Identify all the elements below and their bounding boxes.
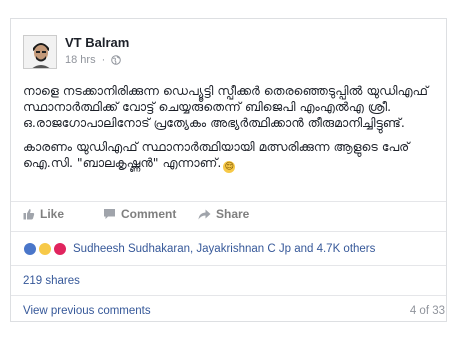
relieved-face-emoji-icon: 😌 [223,161,236,173]
like-label: Like [40,207,65,221]
like-reaction-icon [23,242,37,256]
author-avatar[interactable] [23,35,57,69]
shares-divider [11,295,446,296]
post-meta: 18 hrs · [65,54,122,68]
comments-row: View previous comments 4 of 33 [23,305,445,317]
post-body: നാളെ നടക്കാനിരിക്കുന്ന ഡെപ്യൂട്ടി സ്പീക്… [23,83,443,181]
post-header: VT Balram 18 hrs · [23,35,433,75]
actions-divider-bottom [11,231,446,232]
comment-label: Comment [121,207,177,221]
view-previous-comments-link[interactable]: View previous comments [23,305,151,317]
love-reaction-icon [53,242,67,256]
actions-divider-top [11,201,446,202]
share-button[interactable]: Share [198,207,249,221]
reactions-summary[interactable]: Sudheesh Sudhakaran, Jayakrishnan C Jp a… [23,239,443,259]
shares-count[interactable]: 219 shares [23,275,80,287]
post-paragraph-2-text: കാരണം യുഡിഎഫ് സ്ഥാനാർത്ഥിയായി മത്സരിക്കു… [23,139,410,170]
avatar-portrait-icon [24,36,56,68]
reactions-divider [11,265,446,266]
meta-separator: · [101,54,106,66]
post-card: VT Balram 18 hrs · നാളെ നടക്കാനിരിക്കുന്… [10,18,447,322]
post-paragraph-2: കാരണം യുഡിഎഫ് സ്ഥാനാർത്ഥിയായി മത്സരിക്കു… [23,139,443,173]
share-arrow-icon [198,209,211,219]
comments-count: 4 of 33 [409,305,445,317]
share-label: Share [216,207,250,221]
reactors-text[interactable]: Sudheesh Sudhakaran, Jayakrishnan C Jp a… [73,243,375,255]
comment-bubble-icon [104,209,115,219]
comment-button[interactable]: Comment [103,207,176,221]
thumbs-up-icon [23,209,35,220]
like-button[interactable]: Like [23,207,64,221]
globe-icon [111,55,122,68]
post-timestamp[interactable]: 18 hrs [65,54,96,66]
author-name[interactable]: VT Balram [65,35,129,50]
post-actions-bar: Like Comment Share [23,207,433,229]
post-paragraph-1: നാളെ നടക്കാനിരിക്കുന്ന ഡെപ്യൂട്ടി സ്പീക്… [23,83,428,130]
haha-reaction-icon [38,242,52,256]
